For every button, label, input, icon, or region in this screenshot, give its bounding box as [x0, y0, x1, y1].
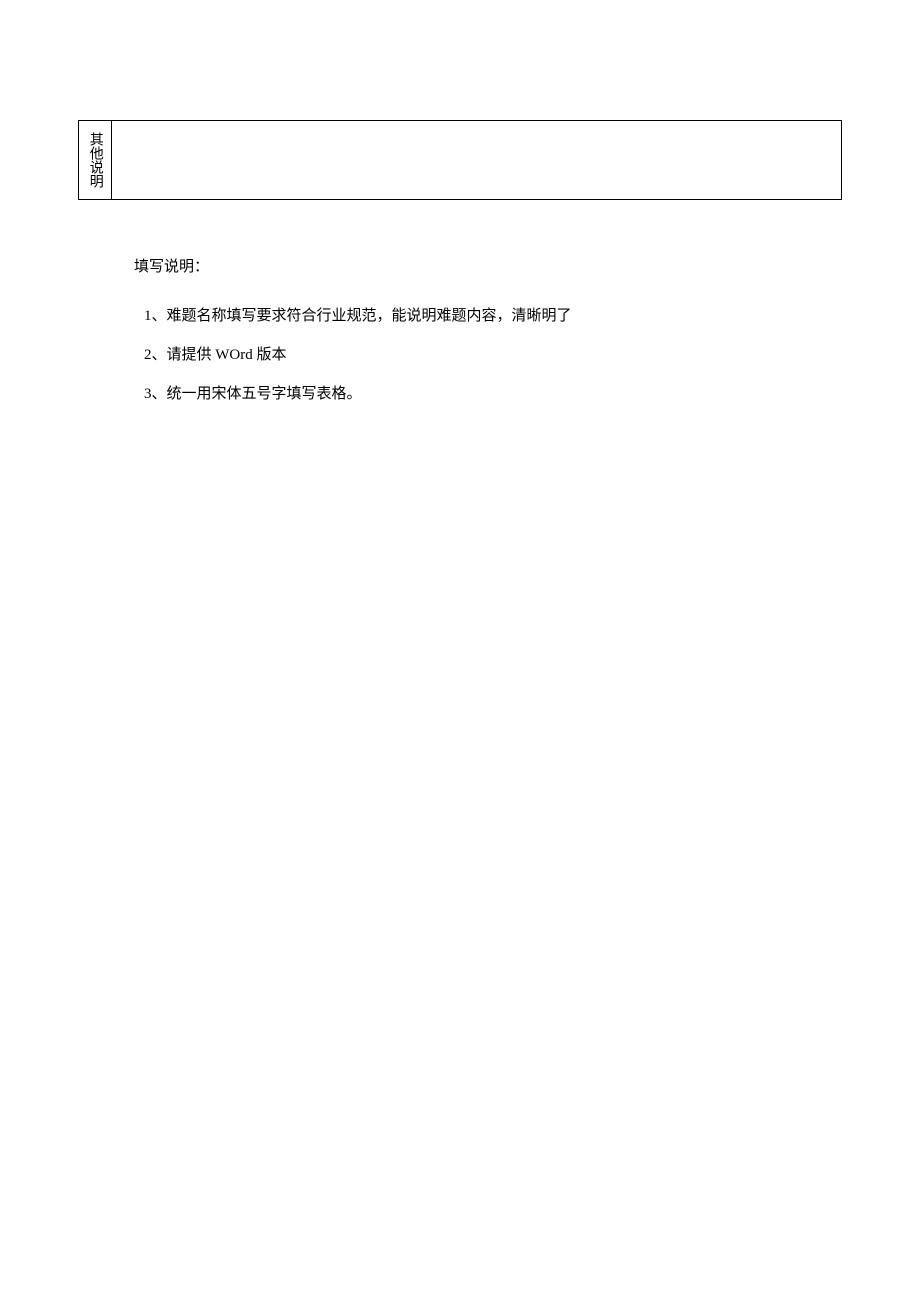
table-row-other-notes: 其他说明 [78, 120, 842, 200]
instructions-section: 填写说明： 1、难题名称填写要求符合行业规范，能说明难题内容，清晰明了 2、请提… [78, 255, 842, 403]
row-content-cell [112, 121, 842, 199]
instructions-item-2: 2、请提供 WOrd 版本 [134, 343, 842, 364]
document-page: 其他说明 填写说明： 1、难题名称填写要求符合行业规范，能说明难题内容，清晰明了… [0, 0, 920, 403]
instructions-item-3: 3、统一用宋体五号字填写表格。 [134, 382, 842, 403]
row-label-text: 其他说明 [87, 132, 102, 188]
instructions-item-1: 1、难题名称填写要求符合行业规范，能说明难题内容，清晰明了 [134, 304, 842, 325]
instructions-heading: 填写说明： [134, 255, 842, 276]
row-label-cell: 其他说明 [78, 121, 112, 199]
